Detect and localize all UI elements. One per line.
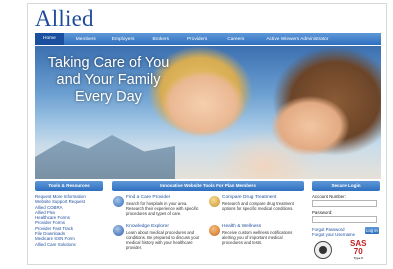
allied-logo[interactable]: Allied	[35, 6, 94, 32]
login-button[interactable]: Log In	[365, 227, 379, 234]
password-input[interactable]	[312, 216, 377, 223]
certification-seal-icon	[314, 241, 332, 259]
feature-title: Find a Care Provider	[126, 195, 171, 200]
main-nav: Home Members Employers Brokers Providers…	[35, 33, 381, 45]
feature-health-wellness[interactable]: Health & Wellness Receive custom wellnes…	[209, 224, 303, 258]
secure-login-panel: Secure Login Account Number: Password: F…	[312, 181, 380, 237]
nav-item-providers[interactable]: Providers	[181, 37, 213, 42]
hero-banner: Taking Care of You and Your Family Every…	[35, 46, 381, 179]
seal-center	[319, 246, 327, 254]
hero-line-3: Every Day	[75, 89, 142, 105]
tools-resources-header: Tools & Resources	[35, 181, 103, 191]
nav-item-members[interactable]: Members	[70, 37, 102, 42]
feature-title: Knowledge Explorer	[126, 224, 169, 229]
feature-grid: Find a Care Provider Search for hospital…	[112, 191, 304, 266]
feature-knowledge-explorer[interactable]: Knowledge Explorer Learn about medical p…	[113, 224, 207, 258]
nav-item-brokers[interactable]: Brokers	[146, 37, 175, 42]
feature-title: Health & Wellness	[222, 224, 262, 229]
feature-title: Compare Drug Treatment	[222, 195, 277, 200]
secure-login-header: Secure Login	[312, 181, 380, 191]
sas-number: 70	[353, 247, 363, 256]
nav-item-home[interactable]: Home	[35, 33, 64, 45]
password-label: Password:	[312, 210, 333, 215]
hero-line-2: and Your Family	[56, 72, 161, 88]
feature-desc: Research and compare drug treatment opti…	[222, 201, 294, 211]
resource-links-list: Request More Information Website Support…	[35, 194, 103, 247]
sas70-badge: SAS 70 Type II	[350, 240, 366, 261]
feature-desc: Receive custom wellness notifications al…	[222, 230, 293, 245]
nav-item-employers[interactable]: Employers	[106, 37, 141, 42]
page-frame: Allied Home Members Employers Brokers Pr…	[27, 3, 387, 265]
member-tools-panel: Innovative Website Tools For Plan Member…	[112, 181, 304, 266]
book-icon	[113, 225, 124, 236]
heart-icon	[209, 225, 220, 236]
nav-item-administrator[interactable]: Active Wiewers Administrator	[260, 37, 334, 42]
link-care-solutions[interactable]: Allied Care Solutions	[35, 242, 103, 247]
tools-resources-panel: Tools & Resources Request More Informati…	[35, 181, 103, 247]
pill-icon	[209, 196, 220, 207]
feature-desc: Learn about medical procedures and condi…	[126, 230, 200, 250]
nav-item-careers[interactable]: Careers	[221, 37, 250, 42]
account-number-input[interactable]	[312, 200, 377, 207]
hero-mountains	[35, 135, 175, 179]
certification-badges: SAS 70 Type II	[314, 240, 380, 269]
member-tools-header: Innovative Website Tools For Plan Member…	[112, 181, 304, 191]
hero-line-1: Taking Care of You	[47, 55, 170, 71]
account-number-label: Account Number:	[312, 194, 346, 199]
feature-desc: Search for hospitals in your area. Resea…	[126, 201, 199, 216]
sas-type: Type II	[353, 256, 363, 260]
hero-headline: Taking Care of You and Your Family Every…	[41, 55, 176, 106]
doctor-icon	[113, 196, 124, 207]
